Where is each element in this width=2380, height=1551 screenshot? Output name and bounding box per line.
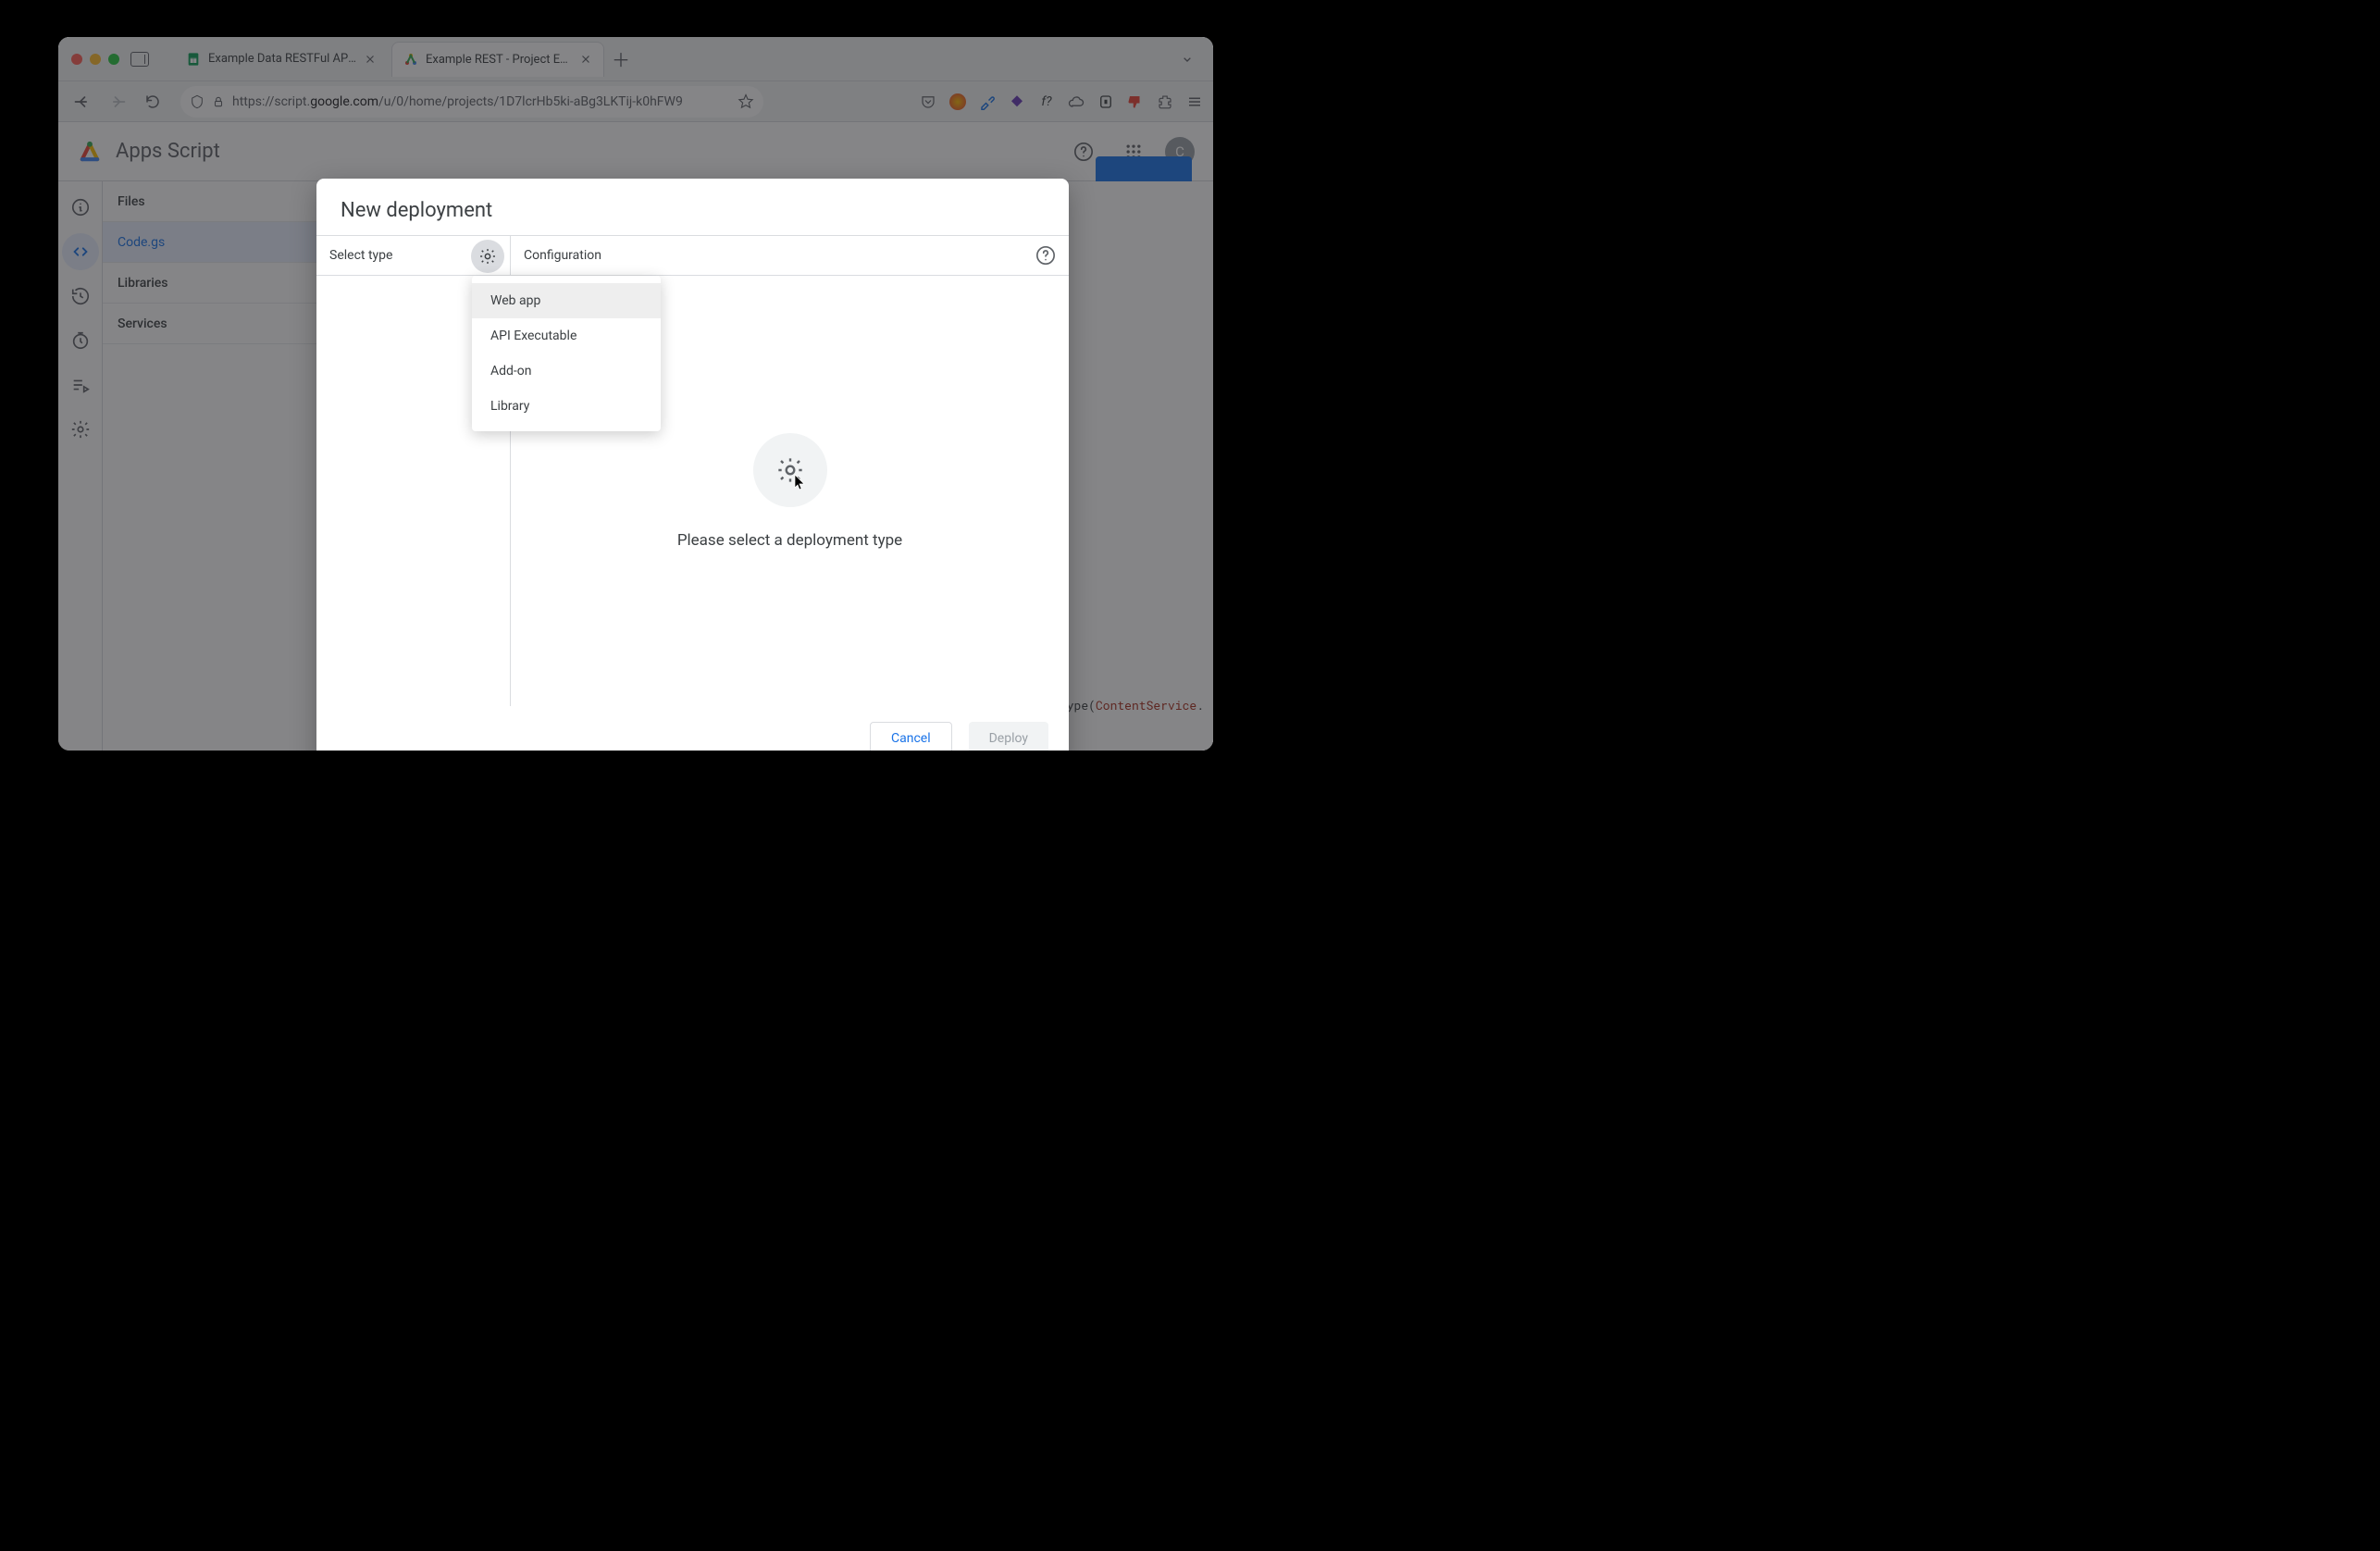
configuration-column: Configuration (511, 236, 1069, 275)
select-type-label: Select type (329, 248, 392, 263)
browser-window: Example Data RESTFul API - Go Example RE… (58, 37, 1213, 751)
dropdown-item-add-on[interactable]: Add-on (472, 354, 661, 389)
modal-footer: Cancel Deploy (316, 706, 1069, 751)
gear-icon (478, 247, 497, 266)
cancel-button[interactable]: Cancel (870, 722, 952, 751)
cursor-icon (794, 474, 807, 490)
dropdown-item-web-app[interactable]: Web app (472, 283, 661, 318)
modal-body: Please select a deployment type Web app … (316, 276, 1069, 706)
placeholder-text: Please select a deployment type (677, 531, 902, 550)
select-type-gear-button[interactable] (471, 240, 504, 273)
type-dropdown: Web app API Executable Add-on Library (472, 276, 661, 431)
help-icon[interactable] (1035, 245, 1056, 266)
deploy-button[interactable]: Deploy (969, 722, 1048, 751)
modal-title: New deployment (316, 179, 1069, 235)
dropdown-item-library[interactable]: Library (472, 389, 661, 424)
placeholder-gear (753, 433, 827, 507)
select-type-column: Select type (316, 236, 511, 275)
configuration-label: Configuration (524, 248, 601, 263)
new-deployment-modal: New deployment Select type Configuration (316, 179, 1069, 751)
modal-header: Select type Configuration (316, 235, 1069, 276)
dropdown-item-api-executable[interactable]: API Executable (472, 318, 661, 354)
